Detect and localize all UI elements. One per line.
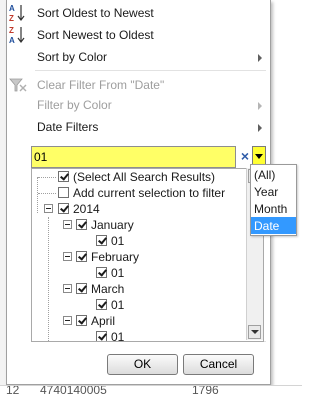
checkbox-day[interactable] [96, 267, 107, 278]
sort-desc-bottom-letter: A [9, 36, 15, 45]
year-label: 2014 [73, 202, 100, 216]
sort-asc-bottom-letter: Z [9, 14, 14, 23]
tree-connector [38, 177, 56, 178]
add-current-label: Add current selection to filter [73, 186, 226, 200]
scope-option-all[interactable]: (All) [251, 166, 296, 183]
day-label: 01 [111, 298, 125, 312]
date-filters-item[interactable]: Date Filters [7, 116, 270, 138]
cell-value: 4740140005 [40, 385, 107, 397]
checkbox-add-current[interactable] [58, 187, 69, 198]
search-scope-dropdown-button[interactable] [252, 146, 266, 166]
scope-option-label: (All) [254, 168, 276, 182]
month-label: February [91, 250, 140, 264]
sort-newest-to-oldest-item[interactable]: Z A Sort Newest to Oldest [7, 24, 270, 46]
sort-by-color-item[interactable]: Sort by Color [7, 46, 270, 68]
menu-separator [35, 70, 266, 71]
search-input[interactable] [34, 149, 224, 164]
submenu-arrow-icon [258, 124, 262, 132]
filter-by-color-item[interactable]: Filter by Color [7, 94, 270, 116]
day-label: 01 [111, 330, 125, 342]
select-all-label: (Select All Search Results) [73, 170, 216, 184]
chevron-down-icon [255, 154, 263, 159]
sort-asc-top-letter: A [9, 4, 15, 13]
scope-option-date[interactable]: Date [251, 217, 296, 234]
submenu-arrow-icon [258, 102, 262, 110]
checkbox-day[interactable] [96, 331, 107, 341]
checkbox-day[interactable] [96, 235, 107, 246]
row-number: 12 [6, 385, 20, 397]
collapse-icon[interactable] [63, 252, 72, 261]
month-label: April [91, 314, 116, 328]
sort-oldest-to-newest-item[interactable]: A Z Sort Oldest to Newest [7, 2, 270, 24]
sort-ascending-icon: A Z [7, 2, 31, 24]
scope-option-year[interactable]: Year [251, 183, 296, 200]
day-label: 01 [111, 266, 125, 280]
checkbox-month[interactable] [76, 283, 87, 294]
chevron-down-icon [251, 330, 259, 334]
scope-option-month[interactable]: Month [251, 200, 296, 217]
sheet-row-partial: 12 4740140005 1796 [0, 385, 302, 398]
scope-option-label: Date [254, 219, 280, 233]
day-label: 01 [111, 234, 125, 248]
checkbox-day[interactable] [96, 299, 107, 310]
sort-oldest-label: Sort Oldest to Newest [37, 6, 154, 20]
scroll-down-button[interactable] [248, 325, 261, 339]
cell-value: 1796 [192, 385, 219, 397]
clear-search-icon[interactable]: × [238, 146, 252, 166]
checkbox-year[interactable] [58, 203, 69, 214]
collapse-icon[interactable] [63, 284, 72, 293]
date-filters-label: Date Filters [37, 120, 99, 134]
clear-filter-label: Clear Filter From "Date" [37, 78, 165, 92]
checkbox-select-all[interactable] [58, 171, 69, 182]
collapse-icon[interactable] [63, 316, 72, 325]
search-field-container [31, 146, 236, 168]
tree-connector [48, 217, 49, 341]
checkbox-month[interactable] [76, 219, 87, 230]
clear-filter-icon [7, 74, 31, 96]
checkbox-month[interactable] [76, 251, 87, 262]
month-label: January [91, 218, 134, 232]
search-scope-popup: (All) Year Month Date [250, 164, 297, 236]
sort-newest-label: Sort Newest to Oldest [37, 28, 154, 42]
collapse-icon[interactable] [44, 204, 53, 213]
scope-option-label: Year [254, 185, 279, 199]
submenu-arrow-icon [258, 54, 262, 62]
sort-descending-icon: Z A [7, 24, 31, 46]
tree-connector [37, 177, 38, 213]
cancel-button[interactable]: Cancel [183, 354, 254, 375]
scope-option-label: Month [254, 202, 288, 216]
sort-desc-top-letter: Z [9, 26, 14, 35]
clear-filter-item[interactable]: Clear Filter From "Date" [7, 74, 270, 96]
filter-by-color-label: Filter by Color [37, 98, 112, 112]
tree-connector [38, 193, 56, 194]
filter-values-tree: (Select All Search Results) Add current … [31, 168, 264, 342]
collapse-icon[interactable] [63, 220, 72, 229]
ok-button[interactable]: OK [107, 354, 178, 375]
sort-by-color-label: Sort by Color [37, 50, 108, 64]
checkbox-month[interactable] [76, 315, 87, 326]
month-label: March [91, 282, 125, 296]
